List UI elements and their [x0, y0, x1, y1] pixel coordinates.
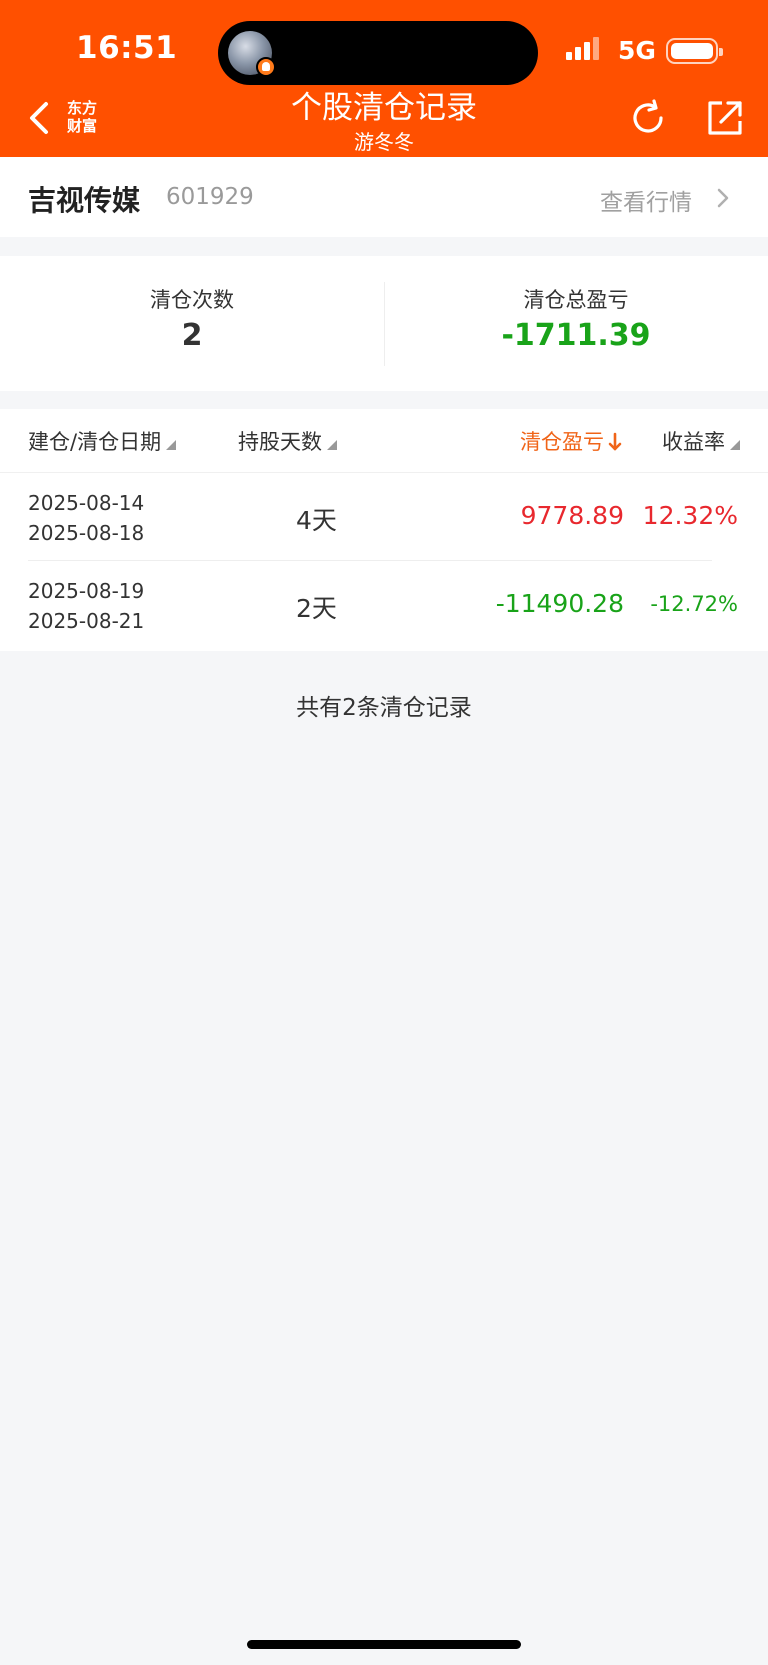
app-header: 16:51 5G 东方 财富 个股清仓记录 游冬冬 [0, 0, 768, 157]
status-time: 16:51 [76, 30, 178, 66]
refresh-button[interactable] [628, 98, 668, 138]
row-pnl: 9778.89 [520, 501, 624, 530]
stock-name: 吉视传媒 [28, 184, 141, 217]
share-button[interactable] [706, 99, 744, 137]
close-date: 2025-08-18 [28, 521, 145, 545]
chevron-right-icon[interactable] [716, 187, 730, 209]
column-header-pnl-label: 清仓盈亏 [520, 430, 604, 454]
clearance-total-block: 清仓总盈亏 -1711.39 [384, 256, 768, 391]
clearance-summary: 清仓次数 2 清仓总盈亏 -1711.39 [0, 256, 768, 391]
row-pnl: -11490.28 [495, 589, 624, 618]
home-indicator[interactable] [247, 1640, 521, 1649]
column-header-hold-days-label: 持股天数 [238, 430, 322, 454]
column-header-date-label: 建仓/清仓日期 [28, 430, 162, 454]
island-app-badge-icon [256, 57, 276, 77]
clearance-count-label: 清仓次数 [150, 288, 234, 312]
column-header-return-rate[interactable]: 收益率 [662, 426, 740, 456]
clearance-count-value: 2 [181, 318, 203, 353]
row-return-rate: 12.32% [642, 501, 738, 530]
sort-triangle-icon [327, 440, 337, 450]
row-return-rate: -12.72% [650, 592, 738, 616]
table-row[interactable]: 2025-08-14 2025-08-18 4天 9778.89 12.32% [0, 472, 768, 561]
stock-code: 601929 [166, 184, 254, 210]
table-row[interactable]: 2025-08-19 2025-08-21 2天 -11490.28 -12.7… [0, 561, 768, 650]
dynamic-island [218, 21, 538, 85]
hold-days: 4天 [296, 506, 337, 535]
clearance-total-label: 清仓总盈亏 [523, 288, 629, 312]
stock-info-bar: 吉视传媒 601929 查看行情 [0, 157, 768, 237]
clearance-count-block: 清仓次数 2 [0, 256, 384, 391]
close-date: 2025-08-21 [28, 609, 145, 633]
clearance-total-value: -1711.39 [501, 318, 651, 353]
view-quote-link[interactable]: 查看行情 [600, 183, 692, 217]
column-header-hold-days[interactable]: 持股天数 [238, 426, 337, 456]
column-header-date[interactable]: 建仓/清仓日期 [28, 426, 177, 456]
record-count-note: 共有2条清仓记录 [296, 695, 472, 721]
network-type: 5G [618, 36, 656, 65]
battery-icon [666, 38, 723, 64]
open-date: 2025-08-14 [28, 491, 145, 515]
sort-triangle-icon [166, 440, 177, 450]
clearance-table: 建仓/清仓日期 持股天数 清仓盈亏 收益率 2025-08-14 2025-08… [0, 409, 768, 651]
sort-triangle-icon [730, 440, 740, 450]
column-header-return-rate-label: 收益率 [662, 430, 725, 454]
hold-days: 2天 [296, 594, 337, 623]
column-header-pnl[interactable]: 清仓盈亏 [520, 426, 622, 456]
sort-down-arrow-icon [608, 432, 622, 451]
open-date: 2025-08-19 [28, 579, 145, 603]
